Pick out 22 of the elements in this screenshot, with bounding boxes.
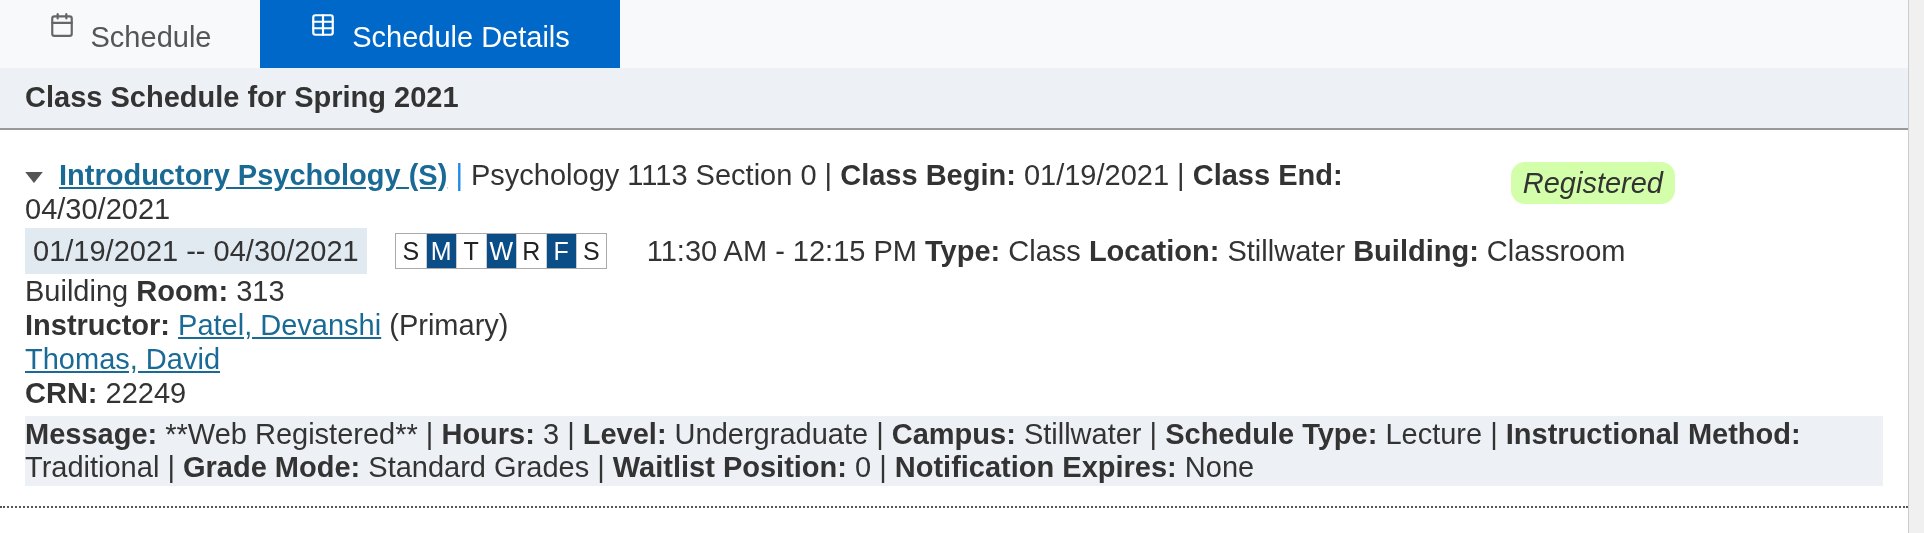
course-summary: Psychology 1113 Section 0 | Class Begin: 01/19/2021 | Class End: <box>471 159 1343 191</box>
meeting-details: Building Room: 313 <box>25 274 286 308</box>
instructor-link[interactable]: Patel, Devanshi <box>178 309 382 341</box>
weekday: W <box>485 234 516 268</box>
weekday: M <box>425 234 456 268</box>
weekday: F <box>545 234 576 268</box>
date-range: 01/19/2021 -- 04/30/2021 <box>25 228 367 274</box>
section-title: Class Schedule for Spring 2021 <box>25 80 459 116</box>
course-summary: 04/30/2021 <box>25 192 172 226</box>
instructor-role: (Primary) <box>389 309 509 341</box>
course-title-link[interactable]: Introductory Psychology (S) <box>59 159 448 191</box>
separator: | <box>455 159 463 191</box>
table-icon <box>310 12 337 38</box>
tab[interactable]: Schedule Details <box>260 0 620 68</box>
instructor-label: Instructor: <box>25 309 170 341</box>
caret-icon[interactable] <box>25 171 43 183</box>
instructor-link[interactable]: Thomas, David <box>25 343 220 375</box>
meeting-details: 11:30 AM - 12:15 PM Type: Class Location: Stillwater Building: Classroom <box>646 234 1626 268</box>
message-panel: Message: **Web Registered** | Hours: 3 | Level: Undergraduate | Campus: Stillwater | Schedule Type: Lecture | Instructional Method: Traditional | Grade Mode: Standard Grades | Waitlist Position: 0 | Notification Expires: None <box>25 416 1883 486</box>
calendar-icon <box>48 12 75 38</box>
status-badge: Registered <box>1510 162 1675 204</box>
crn: CRN: 22249 <box>25 376 188 410</box>
